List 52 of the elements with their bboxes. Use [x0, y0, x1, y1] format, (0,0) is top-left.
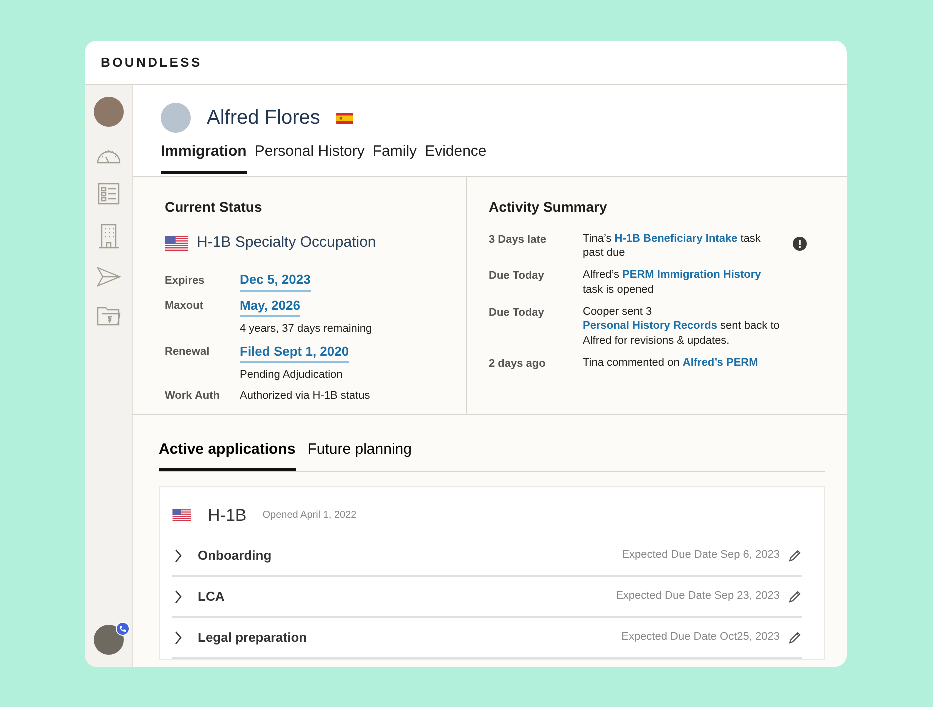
activity-text: Cooper sent 3 Personal History Records sent back to Alfred for revisions & updates.	[583, 304, 781, 348]
pencil-icon[interactable]	[788, 630, 802, 644]
profile-tab[interactable]: Personal History	[254, 141, 365, 174]
activity-link[interactable]: Alfred’s PERM	[682, 356, 758, 369]
profile-avatar	[161, 103, 191, 133]
profile-tab[interactable]: Immigration	[161, 141, 247, 174]
activity-time: Due Today	[489, 306, 546, 321]
us-flag-icon	[165, 236, 189, 251]
spain-flag-icon	[336, 112, 354, 124]
activity-text: Alfred’s PERM Immigration History task is opened	[583, 268, 762, 297]
activity-text: Tina commented on Alfred’s PERM	[583, 356, 760, 371]
step-title[interactable]: LCA	[198, 586, 225, 606]
field-label: Work Auth	[165, 388, 221, 404]
section-title: Current Status	[165, 199, 264, 216]
profile-tab[interactable]: Evidence	[425, 141, 487, 174]
activity-time: Due Today	[489, 269, 546, 284]
activity-link[interactable]: PERM Immigration History	[622, 269, 762, 282]
field-label: Maxout	[165, 299, 204, 314]
visa-type: H-1B Specialty Occupation	[197, 232, 376, 253]
brand-logo[interactable]: BOUNDLESS	[101, 52, 202, 72]
section-title: Activity Summary	[489, 199, 608, 216]
profile-tab[interactable]: Family	[372, 141, 418, 174]
checklist-icon[interactable]	[98, 183, 120, 205]
date-link[interactable]: May, 2026	[240, 296, 300, 318]
phone-badge[interactable]	[116, 622, 130, 636]
field-value: Authorized via H-1B status	[240, 388, 370, 404]
us-flag-icon	[172, 509, 192, 522]
field-note: 4 years, 37 days remaining	[240, 322, 374, 338]
applications-tab[interactable]: Future planning	[308, 439, 412, 470]
client-name: Alfred Flores	[207, 106, 320, 131]
step-title[interactable]: Legal preparation	[198, 628, 308, 648]
date-link[interactable]: Filed Sept 1, 2020	[240, 342, 350, 364]
due-date: Expected Due Date Sep 23, 2023	[616, 589, 780, 604]
user-avatar[interactable]	[94, 97, 124, 127]
activity-text: Tina’s H-1B Beneficiary Intake task past due	[583, 232, 762, 260]
activity-time: 3 Days late	[489, 232, 548, 248]
activity-link[interactable]: Personal History Records	[583, 320, 718, 332]
activity-time: 2 days ago	[489, 356, 547, 372]
application-title: H-1B	[208, 504, 247, 526]
opened-date: Opened April 1, 2022	[262, 508, 357, 523]
pencil-icon[interactable]	[788, 590, 802, 604]
field-label: Expires	[165, 274, 206, 289]
due-date: Expected Due Date Sep 6, 2023	[622, 548, 780, 564]
date-link[interactable]: Dec 5, 2023	[240, 270, 311, 292]
field-label: Renewal	[165, 345, 211, 360]
user-avatar[interactable]	[94, 625, 124, 655]
field-note: Pending Adjudication	[240, 368, 344, 384]
step-title[interactable]: Onboarding	[198, 546, 272, 566]
activity-link[interactable]: H-1B Beneficiary Intake	[614, 232, 738, 245]
pencil-icon[interactable]	[788, 548, 802, 562]
applications-tab[interactable]: Active applications	[159, 439, 296, 470]
due-date: Expected Due Date Oct25, 2023	[622, 630, 780, 646]
